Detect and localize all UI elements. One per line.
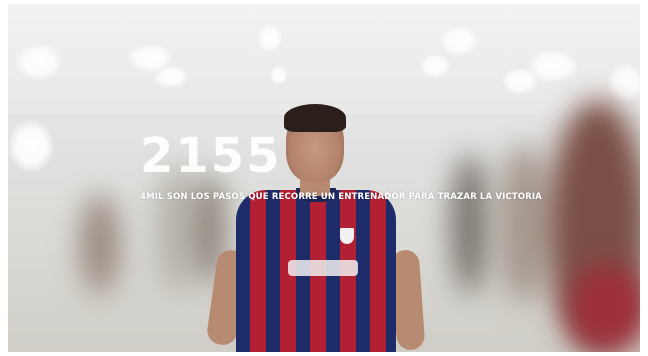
ceiling-light — [502, 68, 538, 94]
ceiling-light — [154, 66, 188, 88]
ceiling-light — [608, 64, 640, 102]
blurred-person — [80, 194, 120, 294]
jersey-sponsor — [288, 260, 358, 276]
blurred-person — [496, 144, 552, 304]
blurred-person-foreground — [568, 264, 640, 352]
player-hair — [284, 104, 346, 132]
overlay-number: 2155 — [140, 128, 282, 184]
jersey-crest — [340, 228, 354, 244]
blurred-person — [450, 154, 490, 294]
ceiling-light — [270, 66, 288, 84]
ceiling-light — [440, 26, 478, 56]
window-glare — [8, 120, 54, 172]
ceiling-light — [16, 44, 62, 80]
video-frame: 2155 4MIL SON LOS PASOS QUE RECORRE UN E… — [8, 4, 640, 352]
ceiling-light — [258, 24, 282, 52]
overlay-caption: 4MIL SON LOS PASOS QUE RECORRE UN ENTREN… — [140, 192, 542, 202]
ceiling-light — [420, 54, 450, 78]
